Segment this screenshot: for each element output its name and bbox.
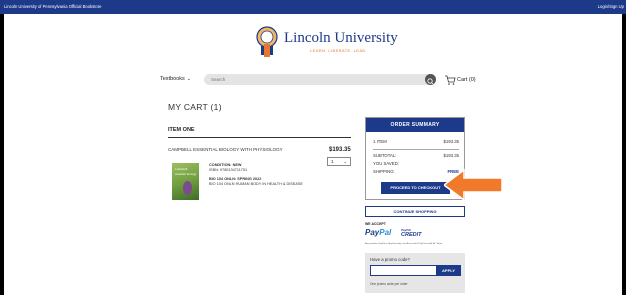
paypal-credit-logo: PayPal CREDIT xyxy=(401,228,421,238)
logo-tagline: LEARN. LIBERATE. LEAD xyxy=(310,48,366,53)
subtotal-value: $193.35 xyxy=(443,153,459,158)
site-logo[interactable]: Lincoln University LEARN. LIBERATE. LEAD xyxy=(256,26,398,60)
promo-code-input[interactable] xyxy=(370,265,437,276)
page: Lincoln University LEARN. LIBERATE. LEAD… xyxy=(4,14,622,295)
store-name: Lincoln University of Pennsylvania Offic… xyxy=(4,4,102,9)
item-price: $193.35 xyxy=(329,147,351,153)
we-accept-label: WE ACCEPT xyxy=(365,222,386,226)
proceed-to-checkout-button[interactable]: PROCEED TO CHECKOUT xyxy=(381,182,450,194)
item-heading: ITEM ONE xyxy=(168,127,195,133)
top-bar: Lincoln University of Pennsylvania Offic… xyxy=(0,0,626,14)
item-name[interactable]: CAMPBELL ESSENTIAL BIOLOGY WITH PHYSIOLO… xyxy=(168,147,283,152)
cart-label: Cart (0) xyxy=(457,76,476,83)
divider xyxy=(168,137,351,138)
cart-link[interactable]: Cart (0) xyxy=(444,74,490,86)
order-summary-title: ORDER SUMMARY xyxy=(366,118,464,132)
screen-frame: Lincoln University of Pennsylvania Offic… xyxy=(0,0,626,295)
saved-label: YOU SAVED: xyxy=(373,161,399,166)
quantity-value: 1 xyxy=(331,159,334,164)
login-link[interactable]: Login/Sign Up xyxy=(598,4,624,9)
search-button[interactable] xyxy=(425,74,436,85)
cover-title-2: essential biology xyxy=(175,172,197,176)
page-title: MY CART (1) xyxy=(168,102,222,112)
subtotal-label: SUBTOTAL: xyxy=(373,153,397,158)
paypal-logo-pal: Pal xyxy=(379,228,392,237)
logo-name: Lincoln University xyxy=(284,30,398,46)
divider xyxy=(373,149,459,150)
paypal-note: Any member PayPal or BuyCard only; see A… xyxy=(365,243,443,245)
items-total: $193.35 xyxy=(443,139,459,144)
items-count: 1 ITEM xyxy=(373,139,387,144)
promo-box: Have a promo code? APPLY One promo code … xyxy=(365,253,465,293)
promo-label: Have a promo code? xyxy=(370,257,410,262)
item-course-name: BIO 104 ONLN HUMAN BODY IN HEALTH & DISE… xyxy=(209,181,303,186)
book-cover[interactable]: Campbell essential biology xyxy=(172,163,199,200)
summary-items-row: 1 ITEM $193.35 xyxy=(373,139,459,144)
cart-icon xyxy=(445,75,456,85)
continue-shopping-button[interactable]: CONTINUE SHOPPING xyxy=(365,206,465,217)
shipping-label: SHIPPING: xyxy=(373,169,395,174)
summary-subtotal-row: SUBTOTAL: $193.35 xyxy=(373,153,459,158)
search-bar xyxy=(204,74,436,85)
search-icon xyxy=(427,78,434,85)
chevron-down-icon: ⌄ xyxy=(343,159,347,164)
lincoln-emblem-icon xyxy=(256,26,278,57)
paypal-credit-bottom: CREDIT xyxy=(401,232,422,238)
search-input[interactable] xyxy=(211,74,411,85)
paypal-logo-pay: Pay xyxy=(365,228,380,237)
cover-illustration xyxy=(183,181,192,195)
cover-title-1: Campbell xyxy=(175,167,188,171)
textbooks-menu[interactable]: Textbooks ⌄ xyxy=(160,76,191,82)
quantity-select[interactable]: 1 ⌄ xyxy=(327,157,351,166)
summary-saved-row: YOU SAVED: xyxy=(373,161,459,166)
promo-note: One promo code per order xyxy=(370,282,408,286)
arrow-pointer-icon xyxy=(444,168,503,202)
paypal-logo: PayPal xyxy=(365,228,391,237)
apply-promo-button[interactable]: APPLY xyxy=(436,265,461,276)
chevron-down-icon: ⌄ xyxy=(186,76,191,82)
main-nav: Textbooks⌄ Cart (0) xyxy=(160,74,490,86)
textbooks-label: Textbooks xyxy=(160,76,185,82)
item-details: CONDITION: NEW ISBN: 9780134711751 BIO 1… xyxy=(209,163,303,187)
